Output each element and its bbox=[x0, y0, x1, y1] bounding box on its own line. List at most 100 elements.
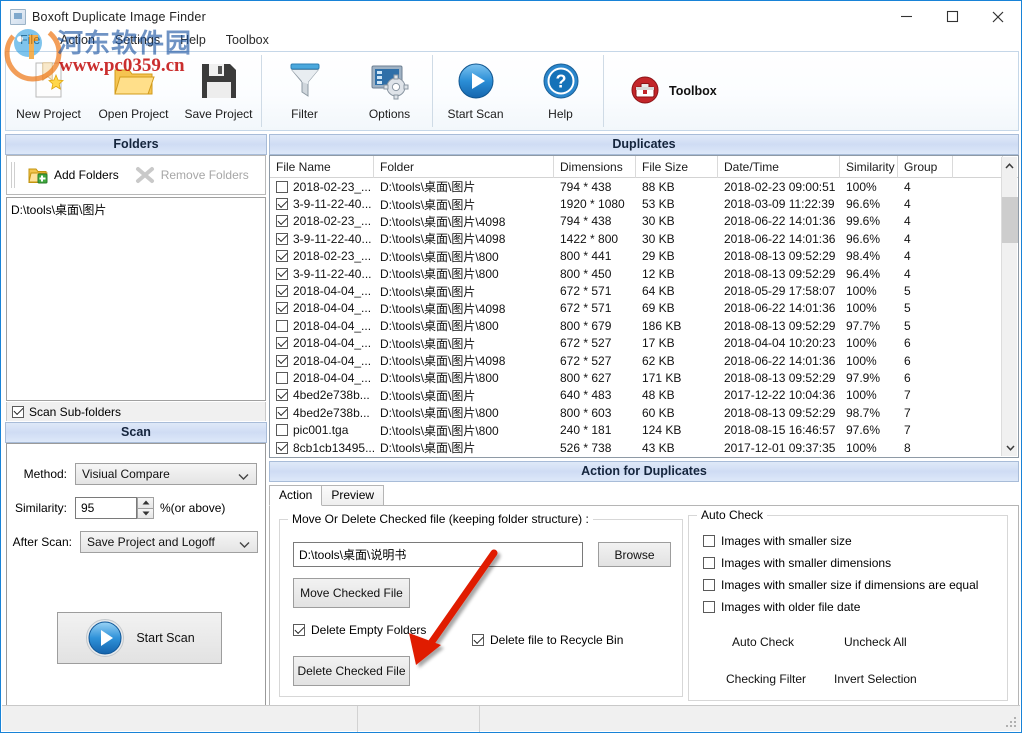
auto-check-checkbox-older-date[interactable] bbox=[703, 601, 715, 613]
auto-check-checkbox-smaller-size[interactable] bbox=[703, 535, 715, 547]
cell-file-size: 29 KB bbox=[642, 249, 675, 264]
auto-check-option-older-date[interactable]: Images with older file date bbox=[703, 600, 860, 614]
auto-check-checkbox-smaller-dimensions[interactable] bbox=[703, 557, 715, 569]
duplicates-grid-body[interactable]: 2018-02-23_... D:\tools\桌面\图片 794 * 438 88 … bbox=[270, 178, 1018, 457]
toolbar-button-save-project[interactable]: Save Project bbox=[176, 52, 261, 130]
toolbar-button-toolbox[interactable]: Toolbox bbox=[604, 52, 854, 130]
row-checkbox[interactable] bbox=[276, 337, 288, 350]
row-checkbox[interactable] bbox=[276, 198, 288, 211]
method-select[interactable]: Visiual Compare bbox=[75, 463, 257, 485]
row-checkbox[interactable] bbox=[276, 424, 288, 437]
folders-list-item[interactable]: D:\tools\桌面\图片 bbox=[11, 201, 261, 218]
toolbar-button-filter[interactable]: Filter bbox=[262, 52, 347, 130]
row-checkbox[interactable] bbox=[276, 319, 288, 332]
table-row[interactable]: 2018-04-04_... D:\tools\桌面\图片\800 800 * 62… bbox=[270, 369, 1018, 386]
scroll-down-icon[interactable] bbox=[1002, 439, 1018, 456]
delete-checked-file-button[interactable]: Delete Checked File bbox=[293, 656, 410, 686]
row-checkbox[interactable] bbox=[276, 441, 288, 454]
delete-empty-folders-row[interactable]: Delete Empty Folders bbox=[293, 623, 426, 637]
menu-item-settings[interactable]: Settings bbox=[106, 30, 169, 50]
duplicates-grid-header: File Name Folder Dimensions File Size Da… bbox=[270, 156, 1018, 178]
table-row[interactable]: 3-9-11-22-40... D:\tools\桌面\图片 1920 * 1080… bbox=[270, 195, 1018, 212]
similarity-input[interactable]: 95 bbox=[75, 497, 137, 519]
row-checkbox[interactable] bbox=[276, 267, 288, 280]
auto-check-checkbox-smaller-size-equal-dims[interactable] bbox=[703, 579, 715, 591]
auto-check-option-smaller-dimensions[interactable]: Images with smaller dimensions bbox=[703, 556, 891, 570]
tab-action[interactable]: Action bbox=[269, 485, 323, 506]
row-checkbox[interactable] bbox=[276, 250, 288, 263]
scroll-up-icon[interactable] bbox=[1002, 157, 1017, 174]
toolbar-button-options[interactable]: Options bbox=[347, 52, 432, 130]
column-header-group[interactable]: Group bbox=[898, 156, 953, 178]
toolbar-button-help[interactable]: ? Help bbox=[518, 52, 603, 130]
column-header-dimensions[interactable]: Dimensions bbox=[554, 156, 636, 178]
table-row[interactable]: 2018-02-23_... D:\tools\桌面\图片\4098 794 * 4… bbox=[270, 213, 1018, 230]
remove-folders-button[interactable]: Remove Folders bbox=[127, 163, 257, 187]
table-row[interactable]: 4bed2e738b... D:\tools\桌面\图片\800 800 * 603… bbox=[270, 404, 1018, 421]
row-checkbox[interactable] bbox=[276, 371, 288, 384]
recycle-bin-checkbox[interactable] bbox=[472, 634, 484, 646]
invert-selection-button[interactable]: Invert Selection bbox=[834, 672, 917, 686]
target-path-input[interactable]: D:\tools\桌面\说明书 bbox=[293, 542, 583, 567]
scrollbar-thumb[interactable] bbox=[1002, 197, 1018, 243]
close-button[interactable] bbox=[975, 1, 1021, 32]
auto-check-button[interactable]: Auto Check bbox=[732, 635, 794, 649]
row-checkbox[interactable] bbox=[276, 302, 288, 315]
toolbar-button-open-project[interactable]: Open Project bbox=[91, 52, 176, 130]
add-folders-button[interactable]: Add Folders bbox=[20, 163, 127, 187]
folders-toolbar-grip[interactable] bbox=[11, 162, 16, 188]
table-row[interactable]: 8cb1cb13495... D:\tools\桌面\图片 526 * 738 43 … bbox=[270, 439, 1018, 456]
similarity-stepper[interactable] bbox=[137, 497, 154, 519]
minimize-button[interactable] bbox=[883, 1, 929, 32]
stepper-down-icon[interactable] bbox=[137, 508, 154, 519]
table-row[interactable]: 2018-04-04_... D:\tools\桌面\图片\800 800 * 67… bbox=[270, 317, 1018, 334]
resize-grip-icon[interactable] bbox=[1005, 716, 1017, 728]
uncheck-all-button[interactable]: Uncheck All bbox=[844, 635, 907, 649]
menu-item-action[interactable]: Action bbox=[51, 30, 104, 50]
auto-check-option-smaller-size-equal-dims[interactable]: Images with smaller size if dimensions a… bbox=[703, 578, 978, 592]
table-row[interactable]: 3-9-11-22-40... D:\tools\桌面\图片\4098 1422 *… bbox=[270, 230, 1018, 247]
row-checkbox[interactable] bbox=[276, 285, 288, 298]
column-header-file-name[interactable]: File Name bbox=[270, 156, 374, 178]
menu-item-toolbox[interactable]: Toolbox bbox=[217, 30, 278, 50]
start-scan-button[interactable]: Start Scan bbox=[57, 612, 222, 664]
table-row[interactable]: 2018-04-04_... D:\tools\桌面\图片\4098 672 * 5… bbox=[270, 352, 1018, 369]
cell-file-name-text: 4bed2e738b... bbox=[293, 405, 370, 420]
row-checkbox[interactable] bbox=[276, 180, 288, 193]
table-row[interactable]: 2018-04-04_... D:\tools\桌面\图片\4098 672 * 5… bbox=[270, 300, 1018, 317]
column-header-similarity[interactable]: Similarity bbox=[840, 156, 898, 178]
recycle-bin-row[interactable]: Delete file to Recycle Bin bbox=[472, 633, 623, 647]
table-row[interactable]: 2018-04-04_... D:\tools\桌面\图片 672 * 527 17 … bbox=[270, 335, 1018, 352]
move-checked-file-button[interactable]: Move Checked File bbox=[293, 578, 410, 608]
row-checkbox[interactable] bbox=[276, 406, 288, 419]
toolbar-button-new-project[interactable]: New Project bbox=[6, 52, 91, 130]
row-checkbox[interactable] bbox=[276, 215, 288, 228]
table-row[interactable]: 2018-02-23_... D:\tools\桌面\图片\800 800 * 44… bbox=[270, 248, 1018, 265]
delete-empty-folders-checkbox[interactable] bbox=[293, 624, 305, 636]
table-row[interactable]: 2018-04-04_... D:\tools\桌面\图片 672 * 571 64 … bbox=[270, 282, 1018, 299]
scan-subfolders-row[interactable]: Scan Sub-folders bbox=[6, 402, 266, 421]
scan-subfolders-checkbox[interactable] bbox=[12, 405, 24, 418]
checking-filter-button[interactable]: Checking Filter bbox=[726, 672, 806, 686]
after-scan-select[interactable]: Save Project and Logoff bbox=[80, 531, 258, 553]
stepper-up-icon[interactable] bbox=[137, 497, 154, 509]
table-row[interactable]: 3-9-11-22-40... D:\tools\桌面\图片\800 800 * 4… bbox=[270, 265, 1018, 282]
duplicates-scrollbar[interactable] bbox=[1001, 157, 1018, 456]
table-row[interactable]: 2018-02-23_... D:\tools\桌面\图片 794 * 438 88 … bbox=[270, 178, 1018, 195]
column-header-file-size[interactable]: File Size bbox=[636, 156, 718, 178]
column-header-folder[interactable]: Folder bbox=[374, 156, 554, 178]
folders-list[interactable]: D:\tools\桌面\图片 bbox=[6, 197, 266, 401]
column-header-date-time[interactable]: Date/Time bbox=[718, 156, 840, 178]
row-checkbox[interactable] bbox=[276, 232, 288, 245]
table-row[interactable]: 4bed2e738b... D:\tools\桌面\图片 640 * 483 48 K… bbox=[270, 387, 1018, 404]
row-checkbox[interactable] bbox=[276, 354, 288, 367]
menu-item-file[interactable]: File bbox=[11, 30, 49, 50]
tab-preview[interactable]: Preview bbox=[321, 485, 385, 506]
menu-item-help[interactable]: Help bbox=[171, 30, 215, 50]
maximize-button[interactable] bbox=[929, 1, 975, 32]
toolbar-button-start-scan[interactable]: Start Scan bbox=[433, 52, 518, 130]
browse-button[interactable]: Browse bbox=[598, 542, 671, 567]
table-row[interactable]: pic001.tga D:\tools\桌面\图片\800 240 * 181 124… bbox=[270, 421, 1018, 438]
auto-check-option-smaller-size[interactable]: Images with smaller size bbox=[703, 534, 852, 548]
row-checkbox[interactable] bbox=[276, 389, 288, 402]
